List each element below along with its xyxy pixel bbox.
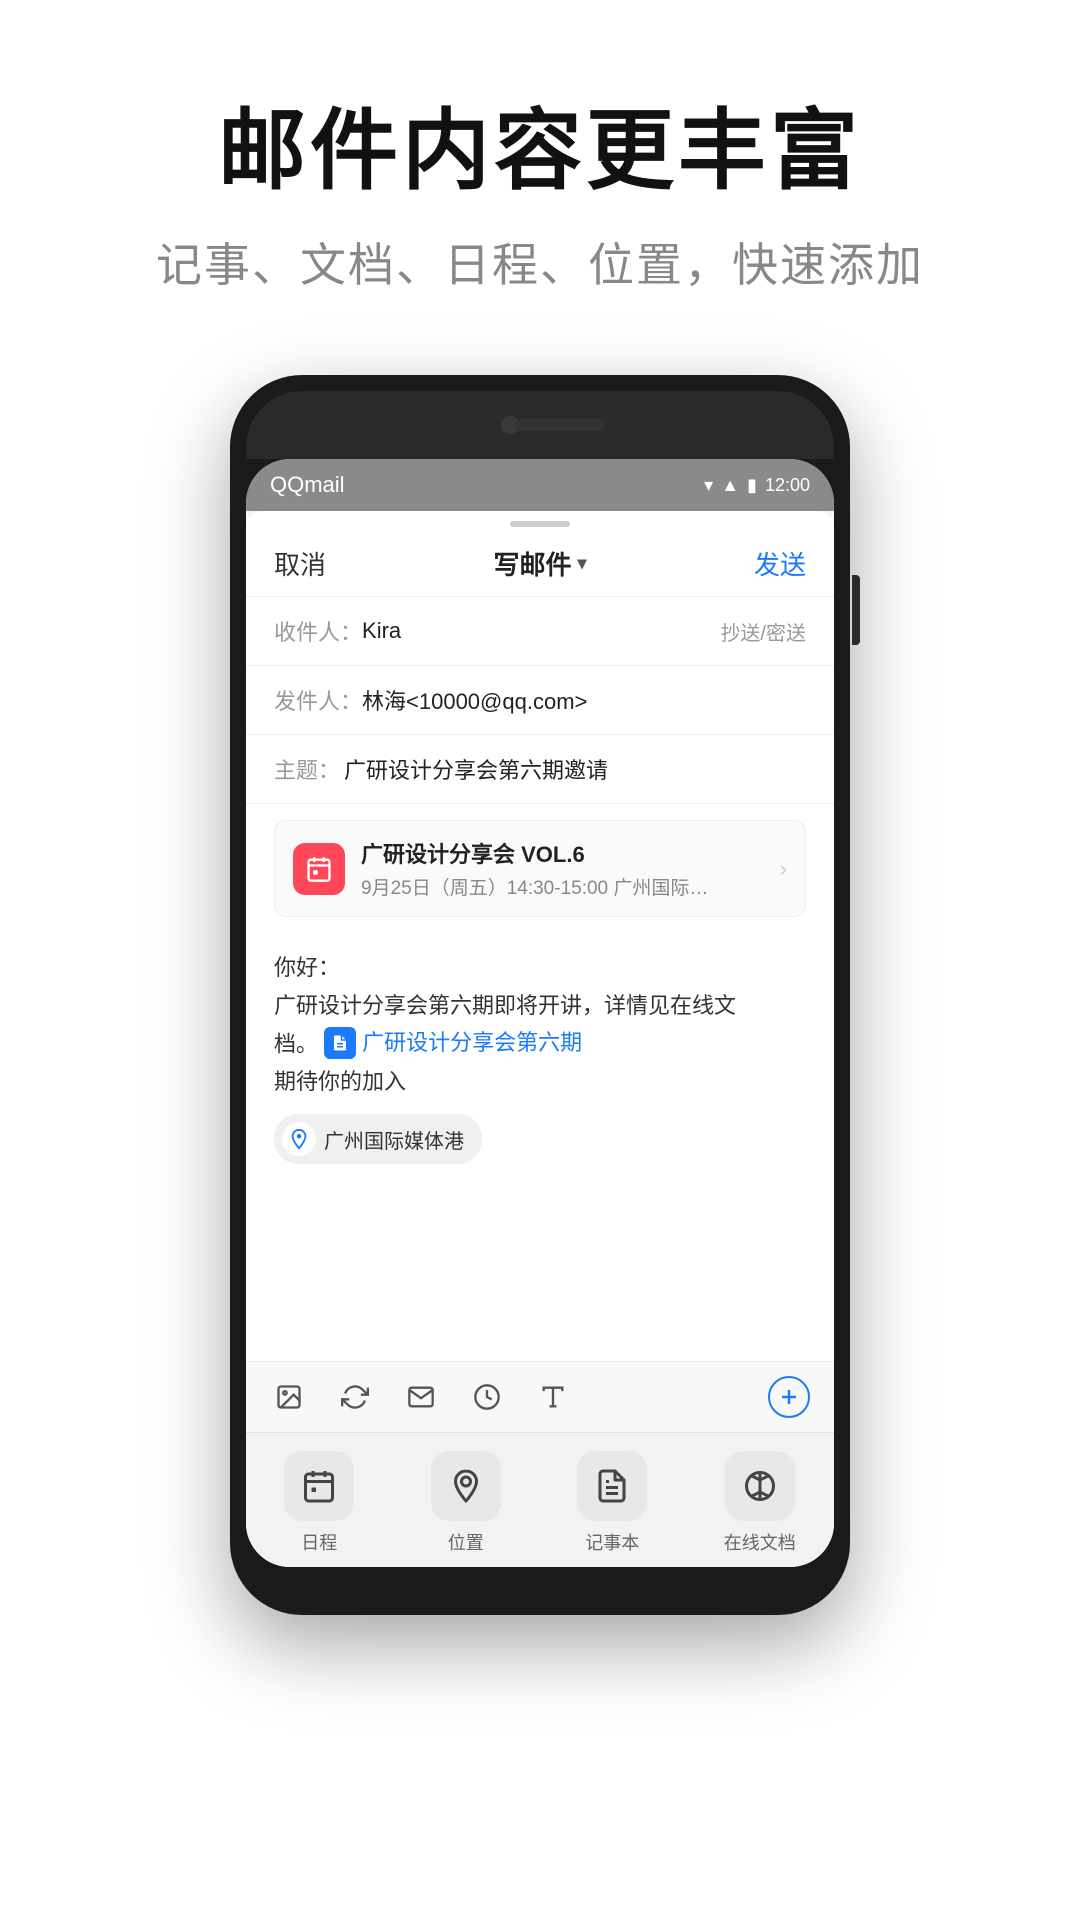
event-info: 广研设计分享会 VOL.6 9月25日（周五）14:30-15:00 广州国际… [361, 837, 780, 900]
action-doc-icon [725, 1451, 795, 1521]
body-text: 你好： 广研设计分享会第六期即将开讲，详情见在线文 档。 [274, 949, 806, 1100]
to-label: 收件人： [274, 615, 362, 647]
action-doc[interactable]: 在线文档 [724, 1451, 796, 1555]
location-chip[interactable]: 广州国际媒体港 [274, 1114, 482, 1164]
event-detail: 9月25日（周五）14:30-15:00 广州国际… [361, 873, 780, 900]
action-location[interactable]: 位置 [431, 1451, 501, 1555]
action-calendar[interactable]: 日程 [284, 1451, 354, 1555]
location-pin-icon [288, 1128, 310, 1150]
action-location-label: 位置 [448, 1529, 484, 1555]
hero-section: 邮件内容更丰富 记事、文档、日程、位置，快速添加 [0, 0, 1080, 355]
cc-button[interactable]: 抄送/密送 [720, 617, 806, 646]
action-doc-label: 在线文档 [724, 1529, 796, 1555]
body-line1: 广研设计分享会第六期即将开讲，详情见在线文 [274, 993, 736, 1018]
toolbar-icons [270, 1378, 572, 1416]
action-note[interactable]: 记事本 [577, 1451, 647, 1555]
body-line3: 期待你的加入 [274, 1069, 406, 1094]
event-card[interactable]: 广研设计分享会 VOL.6 9月25日（周五）14:30-15:00 广州国际…… [274, 820, 806, 917]
plus-button[interactable] [768, 1376, 810, 1418]
doc-icon [324, 1027, 356, 1059]
phone-wrapper: QQmail ▾ ▲ ▮ 12:00 取消 写邮件 [0, 375, 1080, 1615]
subject-field[interactable]: 主题： 广研设计分享会第六期邀请 [246, 735, 834, 804]
from-label: 发件人： [274, 684, 362, 716]
email-body[interactable]: 你好： 广研设计分享会第六期即将开讲，详情见在线文 档。 [246, 933, 834, 1361]
status-time: 12:00 [765, 475, 810, 496]
email-compose: 取消 写邮件 ▾ 发送 收件人： Kira 抄送/密送 发件人： 林海<10 [246, 527, 834, 1567]
action-location-icon [431, 1451, 501, 1521]
send-button[interactable]: 发送 [754, 545, 806, 582]
compose-nav: 取消 写邮件 ▾ 发送 [246, 527, 834, 597]
body-line2: 档。 [274, 1032, 318, 1057]
phone-outer: QQmail ▾ ▲ ▮ 12:00 取消 写邮件 [230, 375, 850, 1615]
location-chip-text: 广州国际媒体港 [324, 1125, 464, 1154]
clock-icon[interactable] [468, 1378, 506, 1416]
subject-value: 广研设计分享会第六期邀请 [344, 753, 806, 785]
greeting: 你好： [274, 955, 340, 980]
action-note-icon [577, 1451, 647, 1521]
image-icon[interactable] [270, 1378, 308, 1416]
battery-icon: ▮ [747, 475, 757, 496]
app-name: QQmail [270, 472, 345, 498]
from-value: 林海<10000@qq.com> [362, 684, 806, 716]
location-icon-wrap [282, 1122, 316, 1156]
action-calendar-label: 日程 [301, 1529, 337, 1555]
hero-subtitle: 记事、文档、日程、位置，快速添加 [0, 229, 1080, 295]
mail-icon[interactable] [402, 1378, 440, 1416]
status-bar: QQmail ▾ ▲ ▮ 12:00 [246, 459, 834, 511]
hero-title: 邮件内容更丰富 [0, 100, 1080, 201]
phone-screen: QQmail ▾ ▲ ▮ 12:00 取消 写邮件 [246, 459, 834, 1567]
compose-title: 写邮件 ▾ [493, 545, 586, 582]
to-value: Kira [362, 618, 720, 644]
event-title: 广研设计分享会 VOL.6 [361, 837, 780, 869]
doc-link-text: 广研设计分享会第六期 [362, 1024, 582, 1061]
cancel-button[interactable]: 取消 [274, 545, 326, 582]
loop-icon[interactable] [336, 1378, 374, 1416]
to-field[interactable]: 收件人： Kira 抄送/密送 [246, 597, 834, 666]
wifi-icon: ▾ [704, 475, 713, 496]
status-icons: ▾ ▲ ▮ 12:00 [704, 475, 810, 496]
drag-indicator [246, 511, 834, 527]
bottom-actions: 日程 位置 [246, 1432, 834, 1567]
event-chevron-icon: › [780, 856, 787, 882]
compose-toolbar [246, 1361, 834, 1432]
signal-icon: ▲ [721, 475, 739, 496]
phone-notch [246, 391, 834, 459]
chevron-down-icon: ▾ [577, 553, 586, 574]
side-button [852, 575, 860, 645]
calendar-svg [305, 855, 333, 883]
doc-link[interactable]: 广研设计分享会第六期 [324, 1024, 582, 1061]
doc-svg [331, 1034, 349, 1052]
action-calendar-icon [284, 1451, 354, 1521]
speaker-notch [515, 419, 605, 431]
text-format-icon[interactable] [534, 1378, 572, 1416]
action-note-label: 记事本 [585, 1529, 639, 1555]
from-field: 发件人： 林海<10000@qq.com> [246, 666, 834, 735]
event-calendar-icon [293, 843, 345, 895]
subject-label: 主题： [274, 753, 344, 785]
